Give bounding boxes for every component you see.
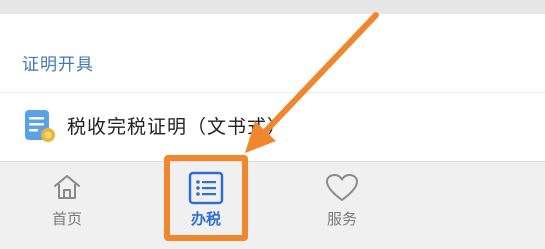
tab-home[interactable]: 首页 [33, 161, 101, 249]
section-title: 证明开具 [22, 55, 94, 75]
top-divider-strip [0, 0, 545, 14]
heart-icon [326, 174, 358, 201]
annotation-highlight-box [164, 155, 248, 241]
document-certificate-icon [25, 110, 55, 142]
list-item-label: 税收完税证明（文书式） [67, 116, 288, 138]
tab-home-label: 首页 [51, 210, 82, 228]
tab-services-label: 服务 [326, 210, 357, 228]
home-icon [54, 175, 80, 199]
tab-services[interactable]: 服务 [305, 161, 379, 249]
